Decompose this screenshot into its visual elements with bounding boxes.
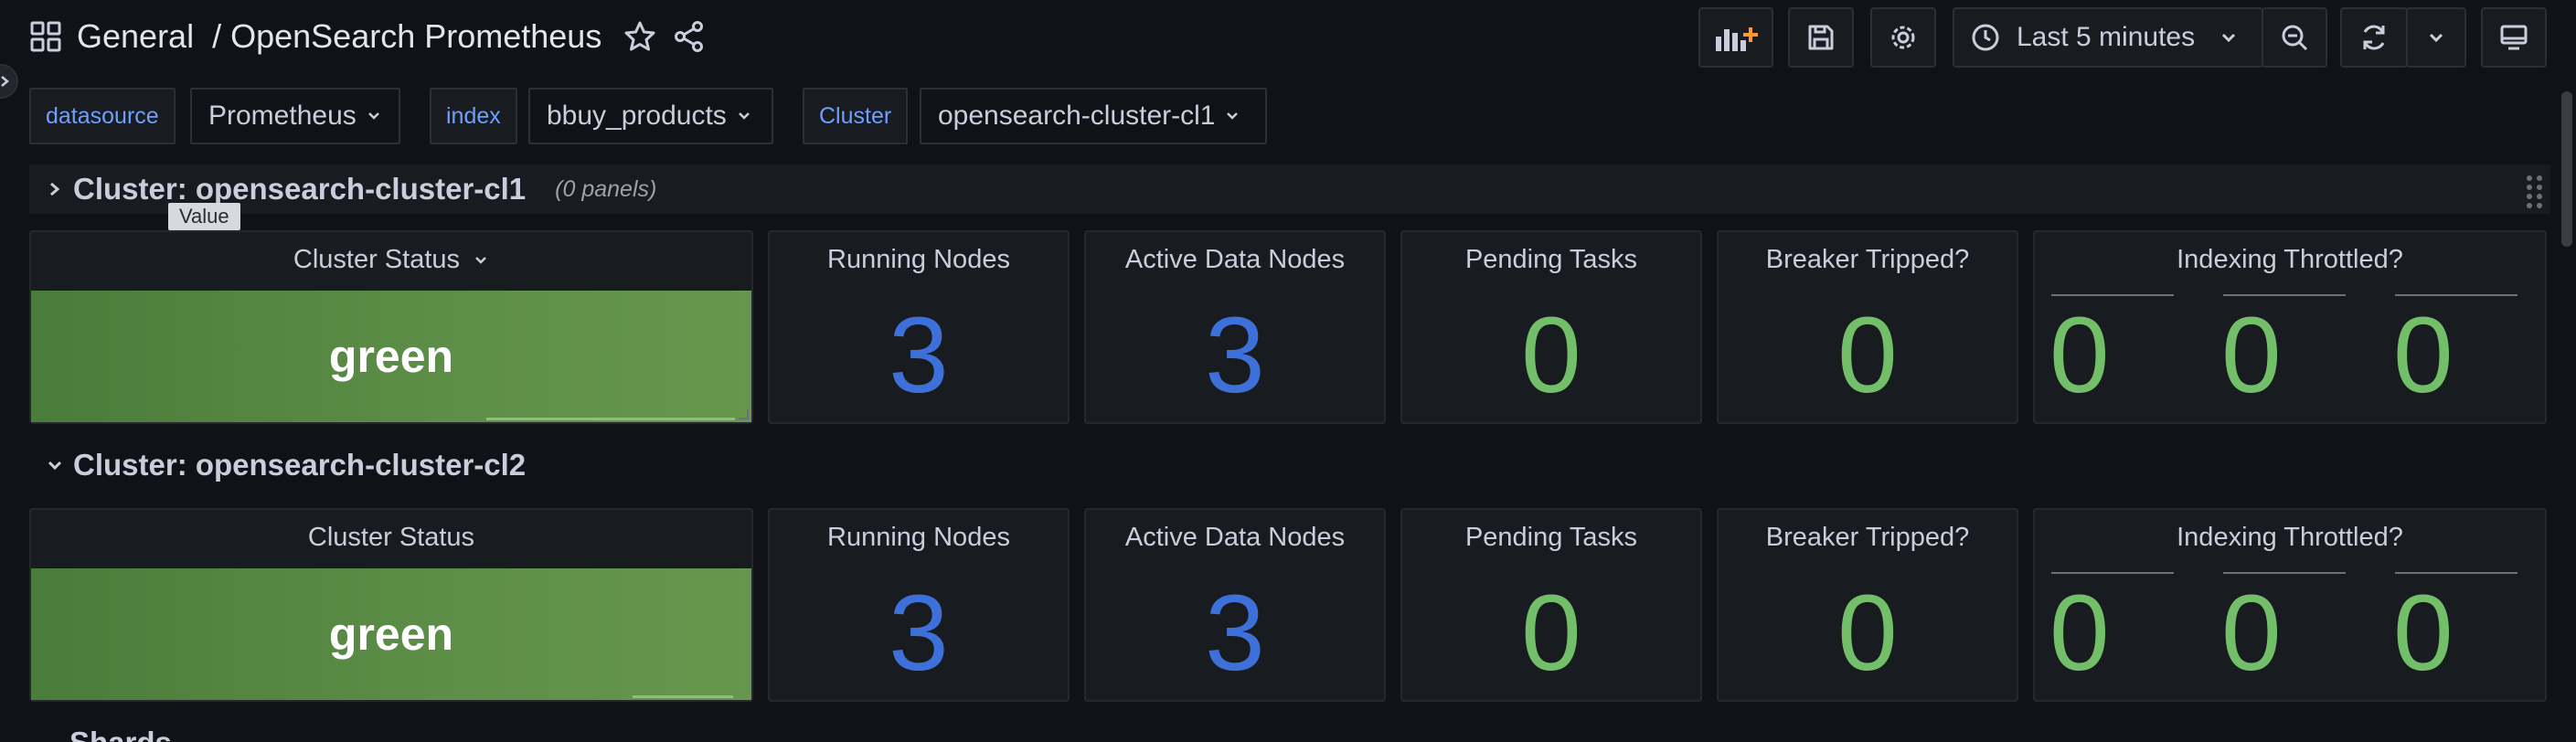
panel-title: Cluster Status bbox=[293, 245, 461, 274]
panel-title: Cluster Status bbox=[307, 523, 475, 552]
chevron-right-icon bbox=[1, 76, 9, 87]
stat-value: 3 bbox=[1205, 295, 1265, 416]
row-title: Cluster: opensearch-cluster-cl1 bbox=[73, 172, 527, 206]
sparkline bbox=[486, 418, 735, 420]
chevron-down-icon bbox=[2222, 33, 2236, 43]
index-variable-select[interactable]: bbuy_products bbox=[528, 88, 773, 144]
stat-value: 3 bbox=[889, 573, 949, 694]
active-data-nodes-panel[interactable]: Active Data Nodes 3 bbox=[1084, 230, 1386, 424]
cluster-status-panel[interactable]: Cluster Status green bbox=[29, 508, 753, 702]
stat-value: 0 bbox=[2393, 573, 2454, 694]
stat-value: 0 bbox=[2049, 295, 2110, 416]
active-data-nodes-panel[interactable]: Active Data Nodes 3 bbox=[1084, 508, 1386, 702]
panel-title: Active Data Nodes bbox=[1124, 245, 1346, 274]
chevron-down-icon bbox=[48, 461, 62, 471]
row-header-cluster-cl1[interactable]: Cluster: opensearch-cluster-cl1 (0 panel… bbox=[29, 164, 2550, 214]
panel-title: Pending Tasks bbox=[1464, 245, 1638, 274]
tooltip: Value bbox=[168, 203, 240, 230]
datasource-variable-value: Prometheus bbox=[208, 101, 357, 131]
row-title: Cluster: opensearch-cluster-cl2 bbox=[73, 448, 527, 482]
scrollbar[interactable] bbox=[2561, 91, 2572, 247]
breadcrumb-separator: / bbox=[212, 17, 222, 55]
panel-title: Pending Tasks bbox=[1464, 523, 1638, 552]
panel-title: Breaker Tripped? bbox=[1765, 523, 1970, 552]
panel-title: Running Nodes bbox=[827, 523, 1010, 552]
pending-tasks-panel[interactable]: Pending Tasks 0 bbox=[1400, 230, 1702, 424]
share-icon[interactable] bbox=[665, 13, 713, 60]
add-panel-icon bbox=[1716, 27, 1758, 51]
index-variable-value: bbuy_products bbox=[547, 101, 727, 131]
drag-handle-icon[interactable] bbox=[2525, 174, 2545, 210]
save-dashboard-button[interactable] bbox=[1788, 7, 1854, 68]
resize-handle-icon[interactable] bbox=[737, 408, 750, 420]
time-range-label: Last 5 minutes bbox=[2017, 22, 2196, 52]
stat-value: 0 bbox=[1521, 573, 1581, 694]
chevron-down-icon bbox=[367, 112, 379, 120]
status-value-box: green bbox=[31, 568, 751, 700]
breaker-tripped-panel[interactable]: Breaker Tripped? 0 bbox=[1717, 508, 2018, 702]
panel-title: Breaker Tripped? bbox=[1765, 245, 1970, 274]
indexing-throttled-panel[interactable]: Indexing Throttled? 0 0 0 bbox=[2033, 508, 2547, 702]
running-nodes-panel[interactable]: Running Nodes 3 bbox=[768, 508, 1070, 702]
datasource-variable-label: datasource bbox=[29, 88, 176, 144]
top-navbar: General / OpenSearch Prometheus Last 5 m… bbox=[0, 0, 2576, 73]
datasource-variable-select[interactable]: Prometheus bbox=[190, 88, 400, 144]
status-value: green bbox=[328, 331, 454, 382]
cluster-variable-select[interactable]: opensearch-cluster-cl1 bbox=[920, 88, 1267, 144]
row-header-cluster-cl2[interactable]: Cluster: opensearch-cluster-cl2 bbox=[29, 440, 526, 490]
stat-value: 0 bbox=[2393, 295, 2454, 416]
sparkline bbox=[633, 695, 733, 698]
stat-value: 3 bbox=[1205, 573, 1265, 694]
chevron-right-icon bbox=[50, 182, 60, 196]
grid-icon[interactable] bbox=[27, 18, 64, 55]
indexing-throttled-panel[interactable]: Indexing Throttled? 0 0 0 bbox=[2033, 230, 2547, 424]
status-value-box: green bbox=[31, 291, 751, 422]
cluster-status-panel[interactable]: Cluster Status green bbox=[29, 230, 753, 424]
stat-value: 0 bbox=[1837, 573, 1898, 694]
running-nodes-panel[interactable]: Running Nodes 3 bbox=[768, 230, 1070, 424]
chevron-down-icon bbox=[1227, 112, 1239, 120]
row-panel-count: (0 panels) bbox=[555, 175, 657, 202]
breaker-tripped-panel[interactable]: Breaker Tripped? 0 bbox=[1717, 230, 2018, 424]
panel-title: Active Data Nodes bbox=[1124, 523, 1346, 552]
stat-value: 0 bbox=[1837, 295, 1898, 416]
index-variable-label: index bbox=[430, 88, 517, 144]
tv-mode-button[interactable] bbox=[2481, 7, 2547, 68]
refresh-interval-dropdown[interactable] bbox=[2406, 7, 2466, 68]
chevron-down-icon[interactable] bbox=[473, 252, 489, 269]
stat-value: 0 bbox=[2049, 573, 2110, 694]
stat-value: 0 bbox=[2221, 295, 2282, 416]
refresh-button[interactable] bbox=[2340, 7, 2408, 68]
panel-title: Indexing Throttled? bbox=[2177, 245, 2403, 274]
pending-tasks-panel[interactable]: Pending Tasks 0 bbox=[1400, 508, 1702, 702]
panel-title: Indexing Throttled? bbox=[2177, 523, 2403, 552]
save-icon bbox=[1808, 25, 1834, 50]
stat-value: 3 bbox=[889, 295, 949, 416]
refresh-icon bbox=[2363, 25, 2385, 50]
chevron-down-icon bbox=[738, 112, 750, 120]
tv-mode-icon bbox=[2500, 25, 2528, 50]
time-picker-button[interactable]: Last 5 minutes bbox=[1953, 7, 2263, 68]
star-icon[interactable] bbox=[616, 13, 664, 60]
panel-title-wrap: Cluster Status bbox=[31, 245, 751, 275]
row-header-shards[interactable]: Shards bbox=[29, 718, 172, 742]
zoom-out-icon bbox=[2282, 25, 2308, 51]
stat-value: 0 bbox=[2221, 573, 2282, 694]
stat-value: 0 bbox=[1521, 295, 1581, 416]
add-panel-button[interactable] bbox=[1698, 7, 1773, 68]
cluster-variable-label: Cluster bbox=[803, 88, 909, 144]
status-value: green bbox=[328, 609, 454, 660]
zoom-out-button[interactable] bbox=[2262, 7, 2327, 68]
clock-icon bbox=[1972, 24, 1999, 51]
chevron-down-icon bbox=[2429, 33, 2443, 43]
cluster-variable-value: opensearch-cluster-cl1 bbox=[938, 101, 1216, 131]
panel-title: Running Nodes bbox=[827, 245, 1010, 274]
dashboard-settings-button[interactable] bbox=[1870, 7, 1936, 68]
page-title[interactable]: OpenSearch Prometheus bbox=[230, 17, 601, 56]
breadcrumb: General / OpenSearch Prometheus bbox=[27, 13, 713, 60]
breadcrumb-folder[interactable]: General bbox=[77, 17, 194, 56]
row-title: Shards bbox=[69, 726, 172, 742]
gear-icon bbox=[1891, 26, 1915, 49]
